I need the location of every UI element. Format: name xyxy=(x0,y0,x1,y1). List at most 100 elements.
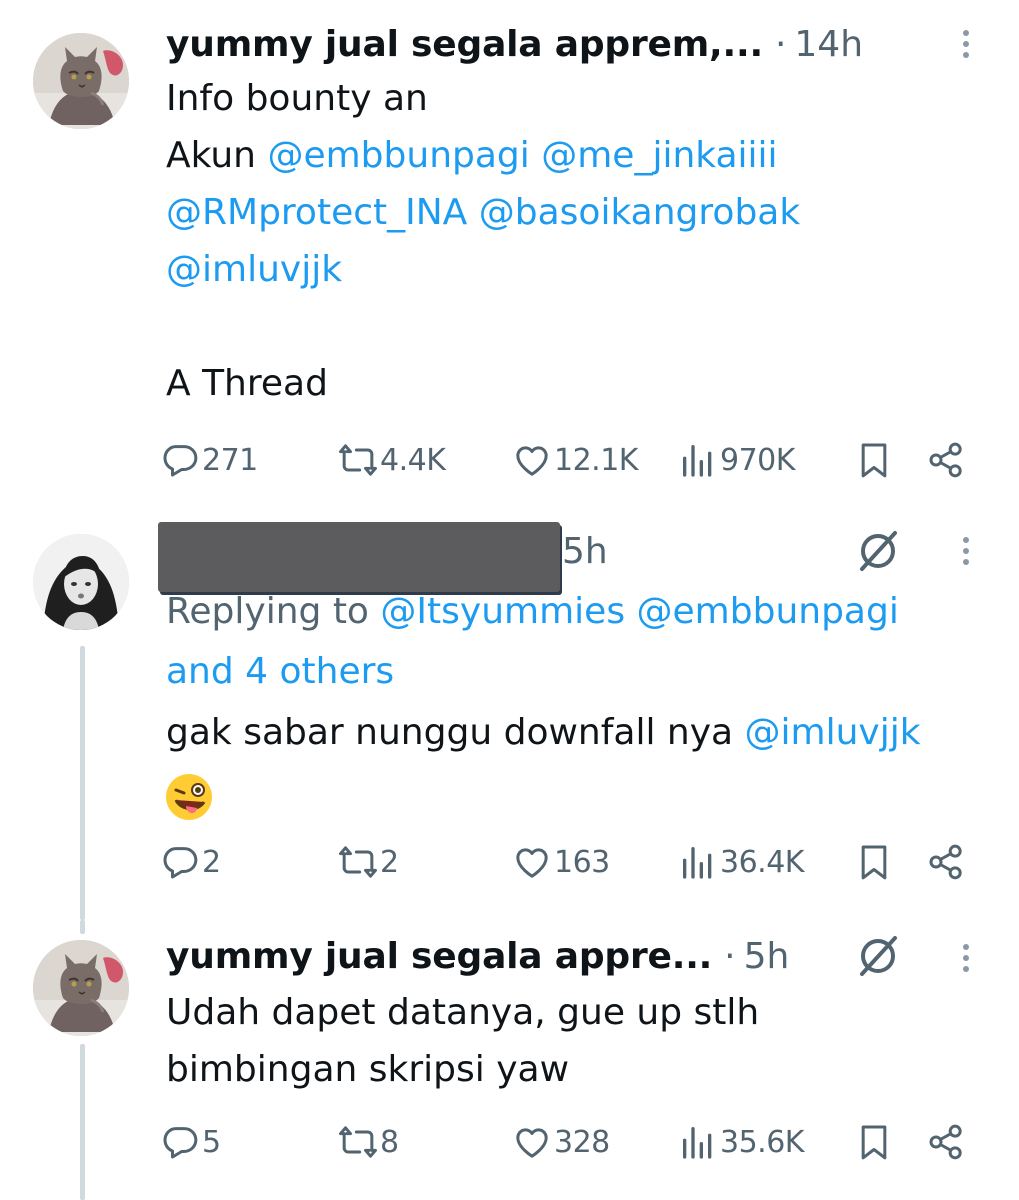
views-button[interactable]: 35.6K xyxy=(678,1118,804,1166)
replying-prefix: Replying to xyxy=(166,591,369,632)
others-link[interactable]: and 4 others xyxy=(166,642,899,702)
action-bar: 2 2 163 36.4K xyxy=(160,838,980,886)
tweet-header: yummy jual segala appre... · 5h xyxy=(166,932,789,980)
mention-link[interactable]: @imluvjjk xyxy=(745,712,921,753)
avatar[interactable] xyxy=(33,534,129,630)
author-name[interactable]: yummy jual segala appre... xyxy=(166,936,712,977)
view-count: 970K xyxy=(720,442,795,478)
tweet-header: 5h xyxy=(562,527,608,575)
retweet-icon xyxy=(338,842,378,882)
separator-dot: · xyxy=(724,935,736,977)
thread-line xyxy=(80,646,85,920)
mention-link[interactable]: @RMprotect_INA xyxy=(166,192,467,233)
reply-button[interactable]: 271 xyxy=(160,436,258,484)
text-line: Akun @embbunpagi @me_jinkaiiii xyxy=(166,127,800,184)
timestamp[interactable]: 5h xyxy=(744,936,790,977)
views-icon xyxy=(678,1122,718,1162)
bookmark-icon xyxy=(854,440,894,480)
muted-icon[interactable] xyxy=(854,932,902,980)
like-button[interactable]: 12.1K xyxy=(512,436,638,484)
bookmark-button[interactable] xyxy=(854,838,894,886)
text-fragment: Akun xyxy=(166,135,256,176)
view-count: 35.6K xyxy=(720,1124,804,1160)
reply-count: 2 xyxy=(202,844,221,880)
reply-button[interactable]: 5 xyxy=(160,1118,221,1166)
like-count: 12.1K xyxy=(554,442,638,478)
avatar[interactable] xyxy=(33,33,129,129)
heart-icon xyxy=(512,842,552,882)
author-name[interactable]: yummy jual segala apprem,... xyxy=(166,24,763,65)
view-count: 36.4K xyxy=(720,844,804,880)
retweet-count: 4.4K xyxy=(380,442,446,478)
mention-link[interactable]: @me_jinkaiiii xyxy=(541,135,777,176)
mention-link[interactable]: @embbunpagi xyxy=(637,591,899,632)
reply-icon xyxy=(160,440,200,480)
timestamp[interactable]: 5h xyxy=(562,531,608,572)
text-line: bimbingan skripsi yaw xyxy=(166,1049,570,1090)
mention-link[interactable]: @basoikangrobak xyxy=(479,192,800,233)
separator-dot: · xyxy=(774,23,787,65)
more-vertical-icon[interactable] xyxy=(955,934,977,982)
mention-link[interactable]: @Itsyummies xyxy=(380,591,625,632)
winking-face-with-tongue-icon xyxy=(166,774,212,820)
like-count: 328 xyxy=(554,1124,610,1160)
more-vertical-icon[interactable] xyxy=(955,527,977,575)
bookmark-button[interactable] xyxy=(854,436,894,484)
text-line: Replying to @Itsyummies @embbunpagi xyxy=(166,582,899,642)
like-button[interactable]: 163 xyxy=(512,838,610,886)
reply-button[interactable]: 2 xyxy=(160,838,221,886)
views-button[interactable]: 36.4K xyxy=(678,838,804,886)
retweet-button[interactable]: 4.4K xyxy=(338,436,446,484)
replying-to: Replying to @Itsyummies @embbunpagi and … xyxy=(166,582,899,702)
action-bar: 5 8 328 35.6K xyxy=(160,1118,980,1166)
bookmark-icon xyxy=(854,842,894,882)
share-icon xyxy=(926,1122,966,1162)
retweet-icon xyxy=(338,1122,378,1162)
tweet-text: gak sabar nunggu downfall nya @imluvjjk xyxy=(166,704,921,761)
avatar[interactable] xyxy=(33,940,129,1036)
retweet-count: 8 xyxy=(380,1124,399,1160)
thread-line xyxy=(80,1044,85,1200)
mention-link[interactable]: @embbunpagi xyxy=(267,135,529,176)
views-icon xyxy=(678,842,718,882)
text-fragment: gak sabar nunggu downfall nya xyxy=(166,712,734,753)
heart-icon xyxy=(512,440,552,480)
text-line: Info bounty an xyxy=(166,78,428,119)
text-line: A Thread xyxy=(166,363,328,404)
share-button[interactable] xyxy=(926,838,966,886)
retweet-button[interactable]: 8 xyxy=(338,1118,399,1166)
heart-icon xyxy=(512,1122,552,1162)
tweet-2[interactable]: 5h Replying to @Itsyummies @embbunpagi a… xyxy=(0,510,1019,920)
views-button[interactable]: 970K xyxy=(678,436,795,484)
share-icon xyxy=(926,842,966,882)
text-line: @RMprotect_INA @basoikangrobak xyxy=(166,184,800,241)
share-button[interactable] xyxy=(926,436,966,484)
text-line: Udah dapet datanya, gue up stlh xyxy=(166,992,760,1033)
retweet-icon xyxy=(338,440,378,480)
action-bar: 271 4.4K 12.1K 970K xyxy=(160,436,980,484)
retweet-button[interactable]: 2 xyxy=(338,838,399,886)
tweet-1[interactable]: yummy jual segala apprem,... · 14h Info … xyxy=(0,0,1019,500)
text-line: @imluvjjk xyxy=(166,241,800,298)
tweet-3[interactable]: yummy jual segala appre... · 5h Udah dap… xyxy=(0,920,1019,1200)
reply-icon xyxy=(160,1122,200,1162)
like-button[interactable]: 328 xyxy=(512,1118,610,1166)
tweet-text: Udah dapet datanya, gue up stlh bimbinga… xyxy=(166,984,759,1098)
bookmark-icon xyxy=(854,1122,894,1162)
reply-count: 5 xyxy=(202,1124,221,1160)
more-vertical-icon[interactable] xyxy=(955,20,977,68)
timestamp[interactable]: 14h xyxy=(794,24,863,65)
retweet-count: 2 xyxy=(380,844,399,880)
bookmark-button[interactable] xyxy=(854,1118,894,1166)
like-count: 163 xyxy=(554,844,610,880)
reply-count: 271 xyxy=(202,442,258,478)
muted-icon[interactable] xyxy=(854,527,902,575)
tweet-text: Info bounty an Akun @embbunpagi @me_jink… xyxy=(166,70,800,412)
thread-line xyxy=(80,920,85,934)
tweet-header: yummy jual segala apprem,... · 14h xyxy=(166,20,863,68)
reply-icon xyxy=(160,842,200,882)
mention-link[interactable]: @imluvjjk xyxy=(166,249,342,290)
share-icon xyxy=(926,440,966,480)
share-button[interactable] xyxy=(926,1118,966,1166)
views-icon xyxy=(678,440,718,480)
